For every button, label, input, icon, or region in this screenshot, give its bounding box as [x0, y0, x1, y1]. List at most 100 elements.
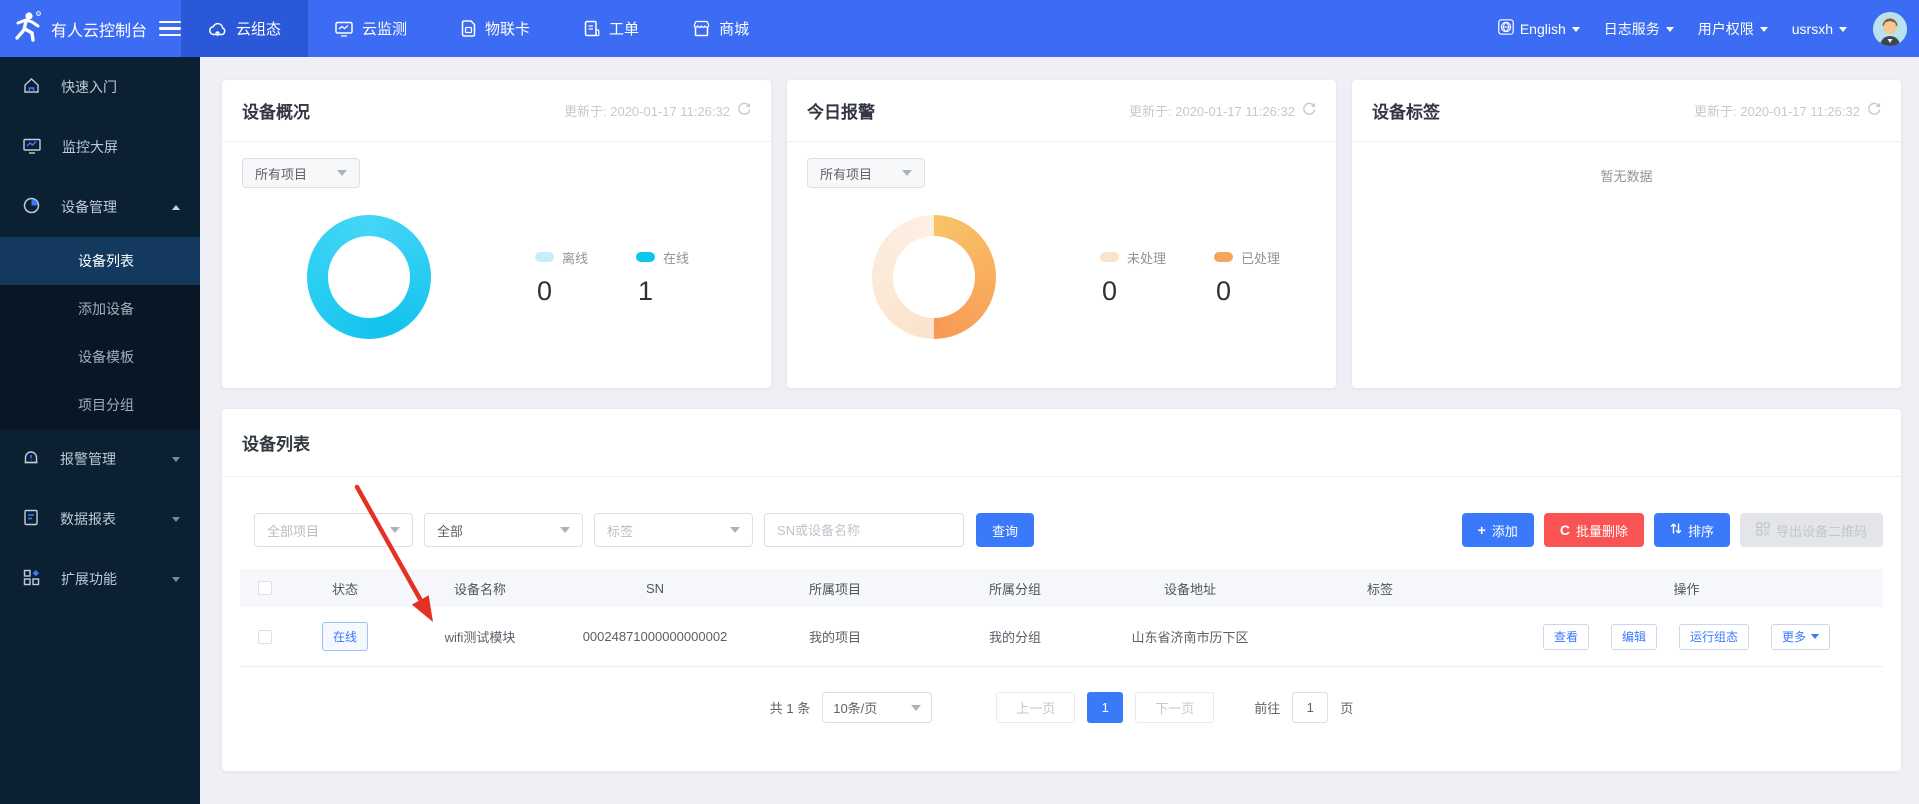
sidebar-item-extended-functions[interactable]: 扩展功能	[0, 549, 200, 609]
screen-icon	[23, 138, 41, 157]
sidebar: 快速入门 监控大屏 设备管理	[0, 57, 200, 804]
device-table: 状态 设备名称 SN 所属项目 所属分组 设备地址 标签 操作 在线 wifi测…	[240, 569, 1883, 667]
nav-tab-cloud-config[interactable]: 云组态	[181, 0, 308, 57]
chevron-down-icon	[172, 457, 180, 462]
legend-handled: 已处理 0	[1214, 248, 1280, 307]
updated-time: 更新于: 2020-01-17 11:26:32	[1129, 101, 1295, 120]
search-input[interactable]	[764, 513, 964, 547]
column-header-address: 设备地址	[1110, 579, 1270, 598]
column-header-project: 所属项目	[750, 579, 920, 598]
sidebar-item-device-template[interactable]: 设备模板	[0, 333, 200, 381]
column-header-name: 设备名称	[400, 579, 560, 598]
status-badge[interactable]: 在线	[322, 622, 368, 651]
top-navbar: R 有人云控制台 云组态	[0, 0, 1919, 57]
sidebar-item-monitor-screen[interactable]: 监控大屏	[0, 117, 200, 177]
work-order-icon	[584, 20, 600, 37]
card-title: 设备概况	[242, 98, 310, 123]
nav-tab-mall[interactable]: 商城	[666, 0, 776, 57]
search-button[interactable]: 查询	[976, 513, 1034, 547]
sidebar-item-project-group[interactable]: 项目分组	[0, 381, 200, 429]
chevron-up-icon	[172, 205, 180, 210]
device-address: 山东省济南市历下区	[1110, 627, 1270, 646]
goto-label: 前往	[1254, 698, 1280, 717]
brand-title: 有人云控制台	[51, 17, 147, 41]
select-all-checkbox[interactable]	[258, 581, 272, 595]
refresh-icon[interactable]	[1302, 102, 1316, 119]
device-list-title: 设备列表	[242, 430, 310, 455]
sort-arrows-icon	[1670, 522, 1682, 538]
alarm-bell-icon	[23, 449, 39, 469]
username-menu[interactable]: usrsxh	[1792, 21, 1847, 37]
tag-filter-select[interactable]: 标签	[594, 513, 753, 547]
prev-page-button[interactable]: 上一页	[996, 692, 1075, 723]
project-filter-select[interactable]: 全部项目	[254, 513, 413, 547]
empty-data-text: 暂无数据	[1352, 166, 1901, 185]
cloud-icon	[208, 21, 227, 37]
page-size-select[interactable]: 10条/页	[822, 692, 932, 723]
sort-button[interactable]: 排序	[1654, 513, 1730, 547]
card-title: 今日报警	[807, 98, 875, 123]
next-page-button[interactable]: 下一页	[1135, 692, 1214, 723]
table-row: 在线 wifi测试模块 00024871000000000002 我的项目 我的…	[240, 607, 1883, 667]
device-project: 我的项目	[750, 627, 920, 646]
nav-tab-cloud-monitor[interactable]: 云监测	[308, 0, 434, 57]
nav-tab-iot-card[interactable]: 物联卡	[434, 0, 557, 57]
today-alarm-card: 今日报警 更新于: 2020-01-17 11:26:32 所有项目	[787, 80, 1336, 388]
device-sn: 00024871000000000002	[560, 629, 750, 644]
more-button[interactable]: 更多	[1771, 624, 1830, 650]
pie-chart-icon	[23, 197, 40, 217]
refresh-icon[interactable]	[1867, 102, 1881, 119]
sidebar-item-add-device[interactable]: 添加设备	[0, 285, 200, 333]
updated-time: 更新于: 2020-01-17 11:26:32	[564, 101, 730, 120]
updated-time: 更新于: 2020-01-17 11:26:32	[1694, 101, 1860, 120]
goto-page-input[interactable]	[1292, 692, 1328, 723]
row-checkbox[interactable]	[258, 630, 272, 644]
pagination: 共 1 条 10条/页 上一页 1 下一页 前往 页	[222, 692, 1901, 723]
column-header-status: 状态	[290, 579, 400, 598]
sidebar-item-quick-start[interactable]: 快速入门	[0, 57, 200, 117]
sidebar-item-alarm-management[interactable]: 报警管理	[0, 429, 200, 489]
chevron-down-icon	[902, 170, 912, 176]
device-management-submenu: 设备列表 添加设备 设备模板 项目分组	[0, 237, 200, 429]
grid-apps-icon	[23, 569, 40, 589]
edit-button[interactable]: 编辑	[1611, 624, 1657, 650]
add-device-button[interactable]: + 添加	[1462, 513, 1534, 547]
current-page-button[interactable]: 1	[1087, 692, 1123, 723]
chevron-down-icon	[172, 577, 180, 582]
batch-delete-icon: C	[1560, 523, 1570, 537]
avatar[interactable]	[1873, 12, 1907, 46]
view-button[interactable]: 查看	[1543, 624, 1589, 650]
sidebar-item-data-report[interactable]: 数据报表	[0, 489, 200, 549]
log-service-menu[interactable]: 日志服务	[1604, 19, 1674, 39]
store-icon	[693, 20, 710, 37]
sidebar-item-device-list[interactable]: 设备列表	[0, 237, 200, 285]
export-qr-button[interactable]: 导出设备二维码	[1740, 513, 1883, 547]
chevron-down-icon	[390, 527, 400, 533]
device-list-card: 设备列表 全部项目 全部 标签 查询	[222, 409, 1901, 771]
language-menu[interactable]: English	[1498, 19, 1580, 38]
project-filter-select[interactable]: 所有项目	[807, 158, 925, 188]
primary-nav: 云组态 云监测 物联卡	[181, 0, 776, 57]
user-permission-menu[interactable]: 用户权限	[1698, 19, 1768, 39]
chevron-down-icon	[911, 705, 921, 711]
nav-tab-work-order[interactable]: 工单	[557, 0, 666, 57]
refresh-icon[interactable]	[737, 102, 751, 119]
device-group: 我的分组	[920, 627, 1110, 646]
chevron-down-icon	[1572, 27, 1580, 32]
sidebar-item-device-management[interactable]: 设备管理	[0, 177, 200, 237]
chevron-down-icon	[1839, 27, 1847, 32]
chevron-down-icon	[1811, 634, 1819, 639]
legend-offline: 离线 0	[535, 248, 588, 307]
page-unit-label: 页	[1340, 698, 1353, 717]
column-header-group: 所属分组	[920, 579, 1110, 598]
table-header-row: 状态 设备名称 SN 所属项目 所属分组 设备地址 标签 操作	[240, 569, 1883, 607]
batch-delete-button[interactable]: C 批量删除	[1544, 513, 1644, 547]
run-scada-button[interactable]: 运行组态	[1679, 624, 1749, 650]
menu-toggle-icon[interactable]	[159, 17, 181, 41]
project-filter-select[interactable]: 所有项目	[242, 158, 360, 188]
chevron-down-icon	[1760, 27, 1768, 32]
online-swatch	[636, 252, 655, 262]
qr-code-icon	[1756, 522, 1770, 539]
status-filter-select[interactable]: 全部	[424, 513, 583, 547]
chevron-down-icon	[1666, 27, 1674, 32]
